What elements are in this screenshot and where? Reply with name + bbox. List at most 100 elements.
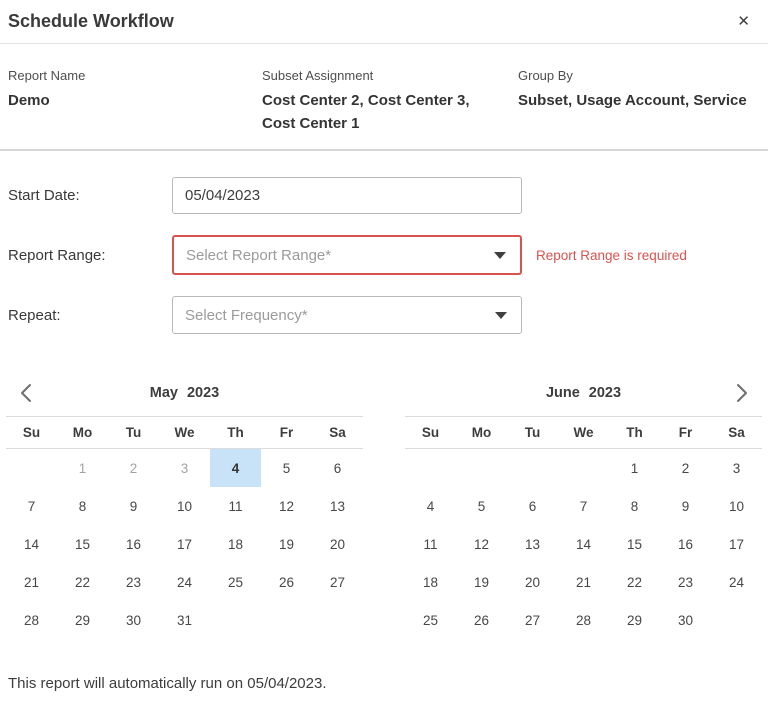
group-by-label: Group By — [518, 68, 760, 83]
calendar-day-empty — [456, 449, 507, 487]
weekday-header: Sa — [711, 425, 762, 440]
calendar-day[interactable]: 22 — [609, 563, 660, 601]
calendar-day[interactable]: 30 — [108, 601, 159, 639]
calendar-day[interactable]: 1 — [57, 449, 108, 487]
calendar-day[interactable]: 16 — [108, 525, 159, 563]
calendar-day[interactable]: 25 — [405, 601, 456, 639]
calendar-day[interactable]: 28 — [6, 601, 57, 639]
calendar-day[interactable]: 8 — [609, 487, 660, 525]
calendar-day[interactable]: 20 — [507, 563, 558, 601]
calendar-day[interactable]: 8 — [57, 487, 108, 525]
calendar-day[interactable]: 28 — [558, 601, 609, 639]
start-date-input[interactable] — [172, 177, 522, 214]
calendar-day[interactable]: 12 — [261, 487, 312, 525]
calendar-day[interactable]: 2 — [660, 449, 711, 487]
calendar-day[interactable]: 13 — [312, 487, 363, 525]
calendar-day[interactable]: 13 — [507, 525, 558, 563]
report-name-value: Demo — [8, 89, 262, 112]
calendar-day[interactable]: 2 — [108, 449, 159, 487]
weekday-header: Su — [405, 425, 456, 440]
summary-row: Report Name Demo Subset Assignment Cost … — [0, 44, 768, 135]
calendar-day[interactable]: 22 — [57, 563, 108, 601]
calendar-day[interactable]: 26 — [261, 563, 312, 601]
calendar-day-empty — [6, 449, 57, 487]
calendar-day[interactable]: 15 — [609, 525, 660, 563]
subset-assignment-label: Subset Assignment — [262, 68, 494, 83]
calendar-day[interactable]: 15 — [57, 525, 108, 563]
report-range-select[interactable]: Select Report Range* — [172, 235, 522, 275]
calendar-day-empty — [507, 449, 558, 487]
calendar-day[interactable]: 20 — [312, 525, 363, 563]
calendar-day[interactable]: 10 — [159, 487, 210, 525]
calendar-day[interactable]: 6 — [507, 487, 558, 525]
calendar-day[interactable]: 12 — [456, 525, 507, 563]
calendar-day[interactable]: 27 — [507, 601, 558, 639]
calendar-day[interactable]: 11 — [210, 487, 261, 525]
calendar-day[interactable]: 23 — [108, 563, 159, 601]
dialog-title: Schedule Workflow — [8, 11, 174, 32]
prev-month-button[interactable] — [18, 382, 35, 404]
weekday-header: Tu — [108, 425, 159, 440]
month-name: June — [546, 385, 580, 401]
calendar-day[interactable]: 25 — [210, 563, 261, 601]
chevron-down-icon — [495, 312, 507, 319]
calendar-day[interactable]: 9 — [108, 487, 159, 525]
close-icon[interactable]: ✕ — [735, 12, 752, 31]
calendar-day[interactable]: 10 — [711, 487, 762, 525]
weekday-header: Th — [210, 425, 261, 440]
calendar-day[interactable]: 29 — [609, 601, 660, 639]
calendar-day[interactable]: 24 — [711, 563, 762, 601]
calendar-day[interactable]: 4 — [405, 487, 456, 525]
repeat-select[interactable]: Select Frequency* — [172, 296, 522, 334]
calendar-june-header: June 2023 — [405, 370, 762, 416]
calendar-day[interactable]: 9 — [660, 487, 711, 525]
month-year: 2023 — [187, 385, 219, 401]
calendar-day[interactable]: 16 — [660, 525, 711, 563]
calendar-day[interactable]: 5 — [261, 449, 312, 487]
dialog-header: Schedule Workflow ✕ — [0, 0, 768, 44]
calendar-day[interactable]: 29 — [57, 601, 108, 639]
schedule-workflow-dialog: Schedule Workflow ✕ Report Name Demo Sub… — [0, 0, 768, 692]
calendar-day[interactable]: 1 — [609, 449, 660, 487]
calendar-day[interactable]: 27 — [312, 563, 363, 601]
calendar-day[interactable]: 23 — [660, 563, 711, 601]
weekday-header-row: SuMoTuWeThFrSa — [6, 416, 363, 449]
start-date-row: Start Date: — [8, 177, 768, 214]
weekday-header: We — [558, 425, 609, 440]
calendar-day[interactable]: 19 — [456, 563, 507, 601]
calendar-day[interactable]: 6 — [312, 449, 363, 487]
report-range-row: Report Range: Select Report Range* Repor… — [8, 235, 768, 275]
calendar-day[interactable]: 21 — [558, 563, 609, 601]
calendar-day[interactable]: 11 — [405, 525, 456, 563]
calendar-day[interactable]: 14 — [6, 525, 57, 563]
calendar-may-header: May 2023 — [6, 370, 363, 416]
calendar-day[interactable]: 19 — [261, 525, 312, 563]
calendar-day[interactable]: 30 — [660, 601, 711, 639]
calendar-day[interactable]: 31 — [159, 601, 210, 639]
weekday-header-row: SuMoTuWeThFrSa — [405, 416, 762, 449]
weekday-header: Fr — [660, 425, 711, 440]
calendar-day[interactable]: 18 — [405, 563, 456, 601]
calendar-day[interactable]: 4 — [210, 449, 261, 487]
calendar-day[interactable]: 3 — [159, 449, 210, 487]
start-date-label: Start Date: — [8, 187, 172, 204]
calendar-month-title: May 2023 — [150, 385, 219, 401]
calendar-day[interactable]: 17 — [159, 525, 210, 563]
calendar-day[interactable]: 21 — [6, 563, 57, 601]
calendar-day[interactable]: 26 — [456, 601, 507, 639]
calendar-day[interactable]: 7 — [558, 487, 609, 525]
calendar-day[interactable]: 17 — [711, 525, 762, 563]
calendar-day[interactable]: 24 — [159, 563, 210, 601]
calendar-may: May2023 SuMoTuWeThFrSa 12345678910111213… — [6, 370, 363, 639]
calendar-day[interactable]: 5 — [456, 487, 507, 525]
calendar-day[interactable]: 3 — [711, 449, 762, 487]
weekday-header: Mo — [456, 425, 507, 440]
summary-report-name: Report Name Demo — [8, 68, 262, 135]
next-month-button[interactable] — [733, 382, 750, 404]
month-name: May — [150, 385, 178, 401]
calendar-day[interactable]: 7 — [6, 487, 57, 525]
month-year: 2023 — [589, 385, 621, 401]
calendar-day[interactable]: 18 — [210, 525, 261, 563]
summary-subset-assignment: Subset Assignment Cost Center 2, Cost Ce… — [262, 68, 518, 135]
calendar-day[interactable]: 14 — [558, 525, 609, 563]
